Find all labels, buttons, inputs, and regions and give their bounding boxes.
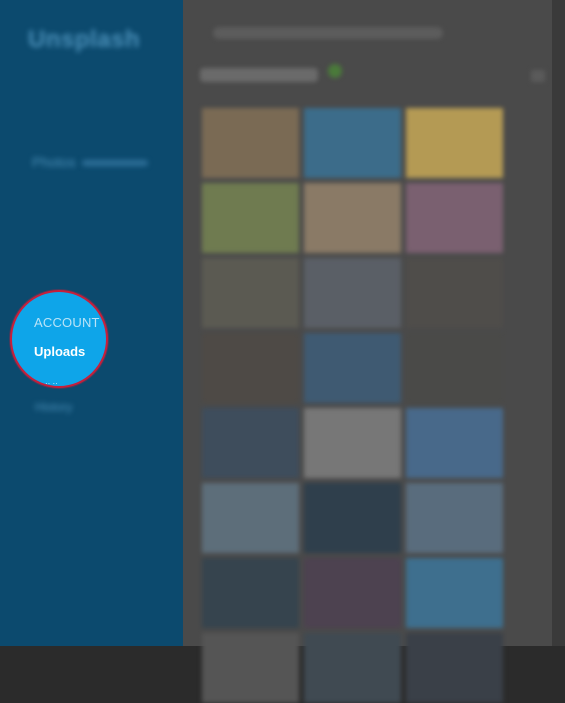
search-input[interactable] <box>213 27 443 39</box>
focus-highlight: ACCOUNT Uploads ·· ·· <box>10 290 108 388</box>
sidebar-heading-bar <box>82 160 148 166</box>
photo-tile[interactable] <box>406 108 503 178</box>
app-window: Unsplash Photos History ACCOUNT Uploads … <box>0 0 565 703</box>
photo-tile[interactable] <box>304 633 401 703</box>
photo-tile[interactable] <box>202 633 299 703</box>
sidebar-item-partial: ·· ·· <box>45 379 58 388</box>
photo-tile[interactable] <box>406 258 503 328</box>
photo-tile[interactable] <box>406 408 503 478</box>
photo-tile[interactable] <box>406 483 503 553</box>
photo-tile[interactable] <box>202 183 299 253</box>
sidebar-section-heading: Photos <box>32 154 76 170</box>
photo-tile[interactable] <box>406 183 503 253</box>
sidebar: Unsplash Photos History ACCOUNT Uploads … <box>0 0 183 646</box>
sidebar-item-uploads[interactable]: Uploads <box>34 344 85 359</box>
photo-tile[interactable] <box>202 258 299 328</box>
photo-tile[interactable] <box>202 108 299 178</box>
photo-tile[interactable] <box>304 558 401 628</box>
photo-tile[interactable] <box>202 558 299 628</box>
photo-tile[interactable] <box>304 408 401 478</box>
photo-tile[interactable] <box>202 408 299 478</box>
brand-logo[interactable]: Unsplash <box>28 26 140 54</box>
sidebar-section-account: ACCOUNT <box>34 315 100 330</box>
photo-tile[interactable] <box>304 333 401 403</box>
photo-tile[interactable] <box>406 333 503 403</box>
sidebar-item-history[interactable]: History <box>35 400 72 414</box>
badge-icon <box>328 64 342 78</box>
grid-icon[interactable] <box>531 70 545 82</box>
scrollbar[interactable] <box>552 0 565 646</box>
photo-tile[interactable] <box>202 483 299 553</box>
photo-tile[interactable] <box>202 333 299 403</box>
main-blurred <box>183 0 565 703</box>
page-title <box>200 68 318 82</box>
photo-tile[interactable] <box>304 183 401 253</box>
photo-tile[interactable] <box>304 258 401 328</box>
photo-tile[interactable] <box>406 633 503 703</box>
photo-tile[interactable] <box>304 108 401 178</box>
photo-tile[interactable] <box>406 558 503 628</box>
photo-tile[interactable] <box>304 483 401 553</box>
main-content <box>183 0 565 703</box>
